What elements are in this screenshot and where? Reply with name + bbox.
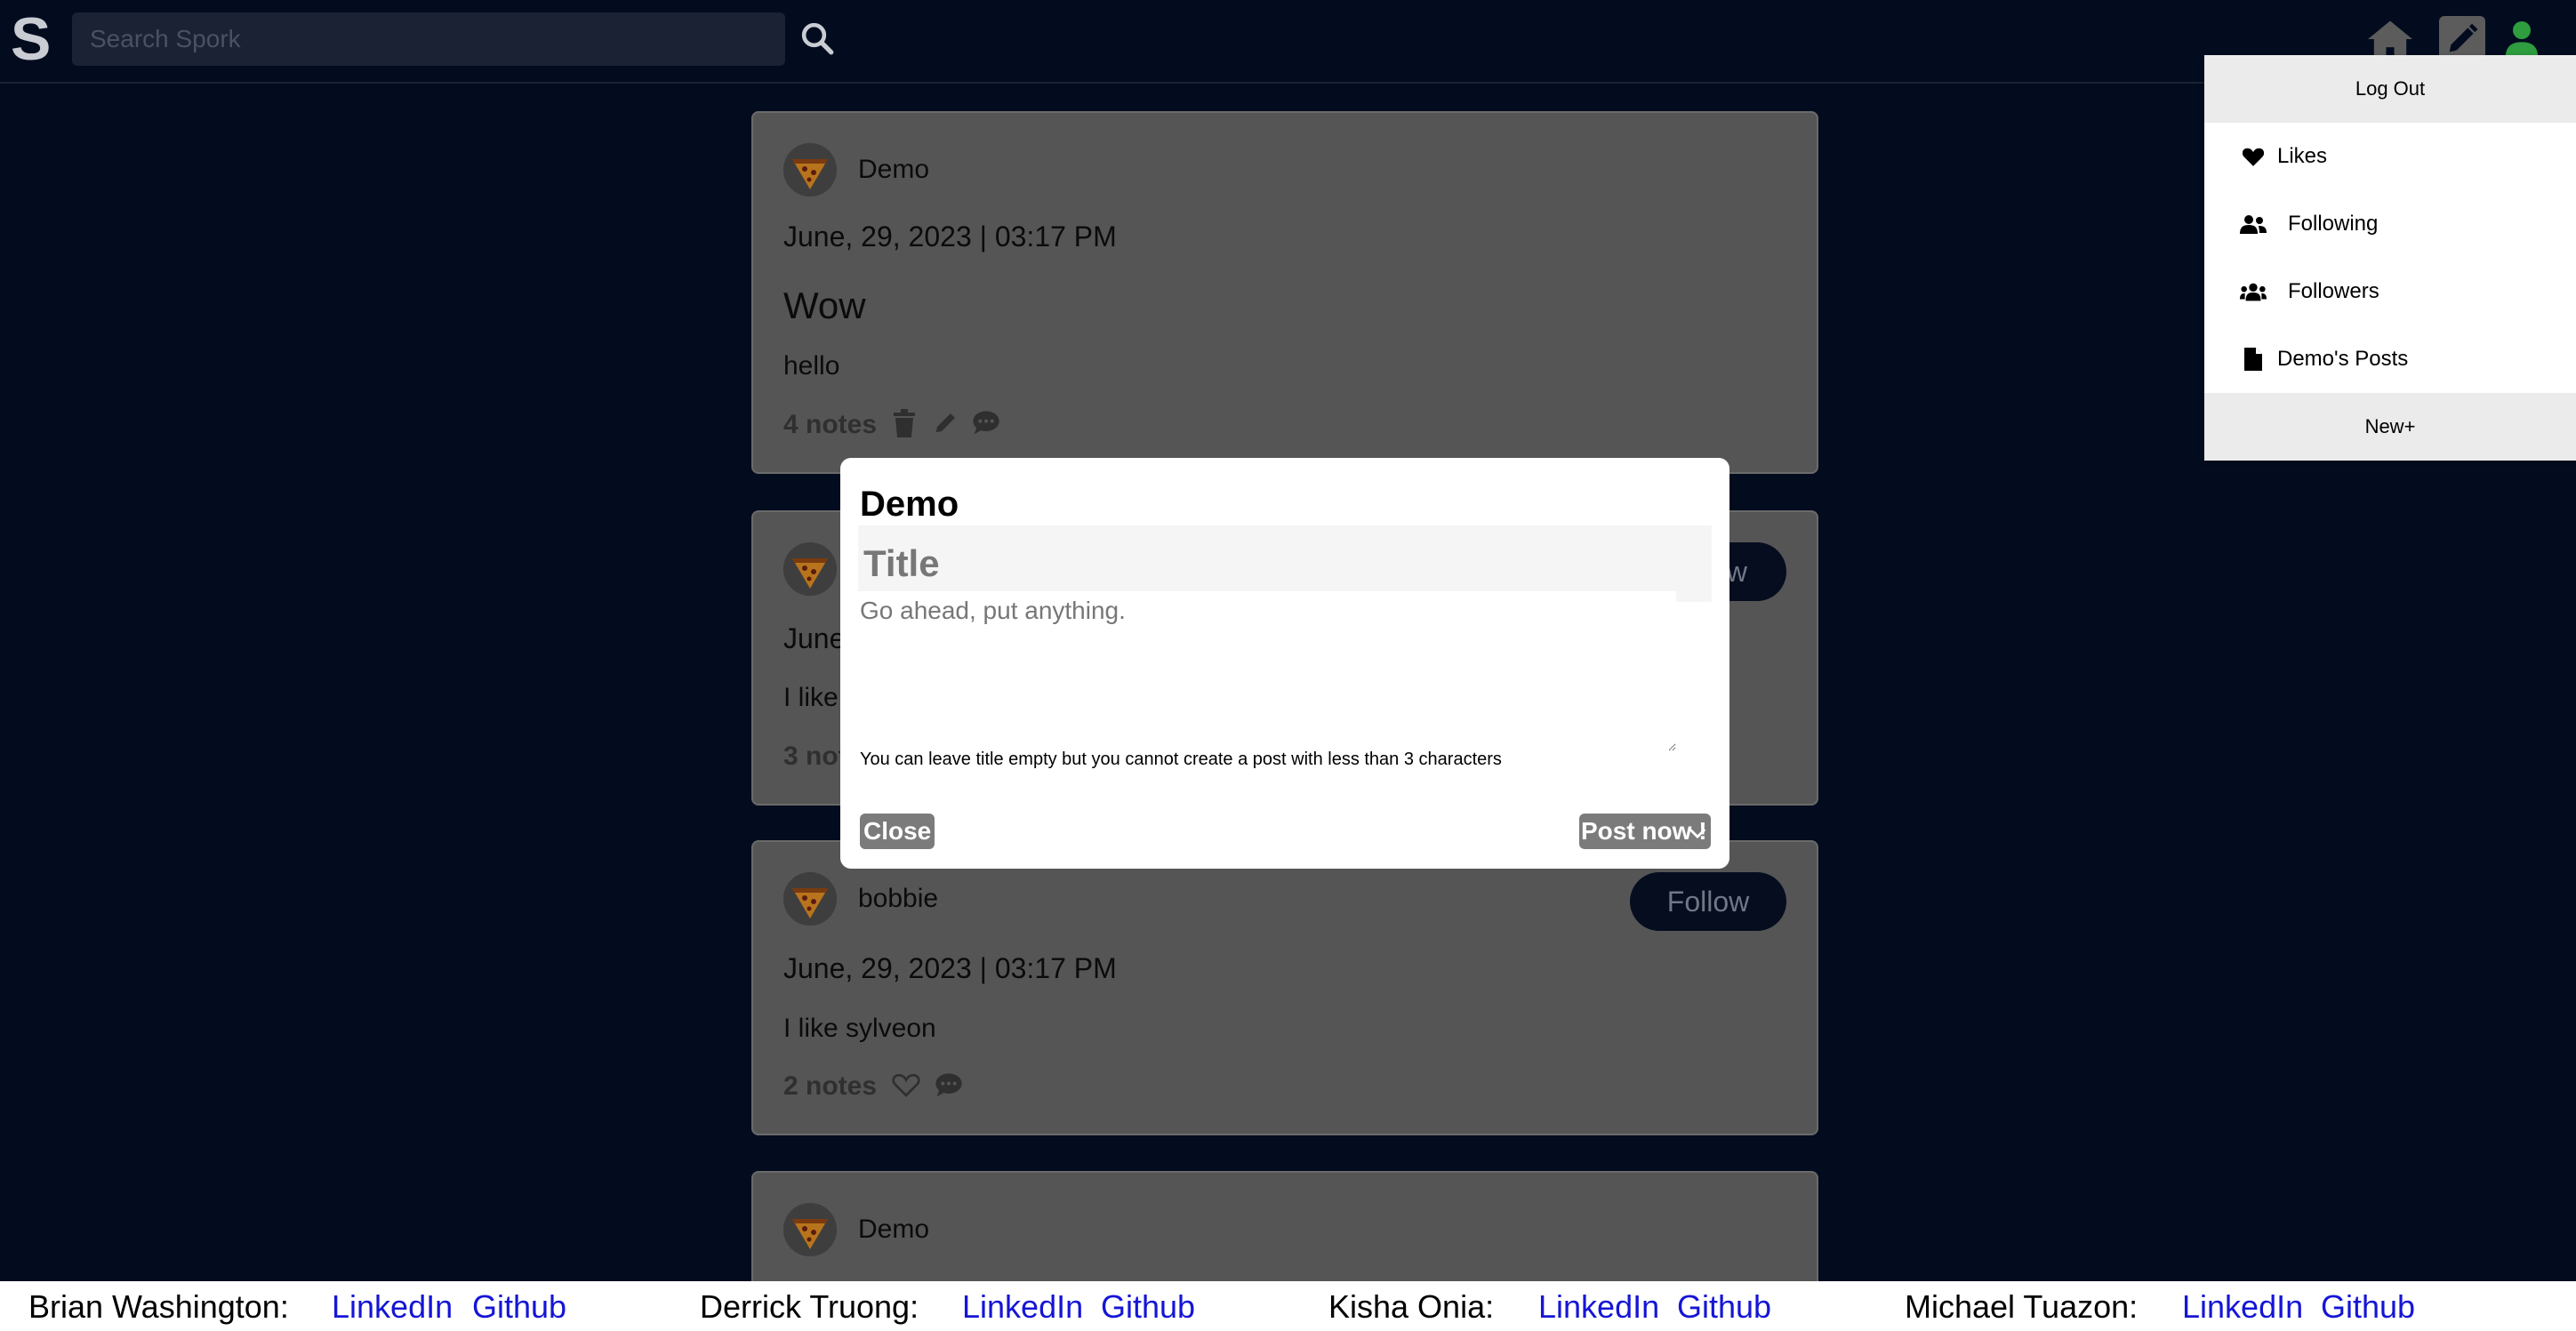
footer: Brian Washington: LinkedIn Github Derric…	[0, 1281, 2576, 1331]
new-post-label: New+	[2364, 415, 2416, 437]
avatar[interactable]	[783, 542, 837, 596]
avatar[interactable]	[783, 143, 837, 196]
file-icon	[2240, 346, 2267, 373]
follow-button-label: w	[1726, 555, 1747, 588]
menu-item-label: Followers	[2288, 279, 2379, 303]
user-group-icon	[2240, 211, 2267, 237]
edit-pencil-icon[interactable]	[933, 409, 961, 437]
follow-button[interactable]: Follow	[1630, 872, 1786, 931]
close-button-label: Close	[863, 817, 932, 845]
search-input[interactable]	[72, 12, 785, 66]
post-now-button[interactable]: Post now !	[1579, 814, 1711, 849]
footer-name: Michael Tuazon:	[1905, 1288, 2139, 1325]
spork-logo[interactable]: S	[11, 5, 51, 73]
footer-name: Kisha Onia:	[1328, 1288, 1495, 1325]
post-body: I like	[783, 683, 839, 712]
trash-icon[interactable]	[892, 409, 920, 437]
post-card: Demo June, 29, 2023 | 03:17 PM Wow hello…	[751, 111, 1818, 474]
menu-item-following[interactable]: Following	[2204, 190, 2576, 258]
post-author[interactable]: bobbie	[858, 884, 938, 914]
menu-item-followers[interactable]: Followers	[2204, 258, 2576, 325]
create-post-modal: Demo You can leave title empty but you c…	[840, 458, 1729, 869]
github-link[interactable]: Github	[1101, 1288, 1195, 1326]
github-link[interactable]: Github	[472, 1288, 566, 1326]
post-notes-count[interactable]: 3 not	[783, 742, 847, 772]
users-icon	[2240, 278, 2267, 305]
top-nav-bar: S	[0, 0, 2576, 84]
user-dropdown-menu: Log Out Likes Following Followers Demo's…	[2204, 55, 2576, 461]
modal-username: Demo	[860, 485, 959, 524]
post-length-hint: You can leave title empty but you cannot…	[860, 750, 1502, 769]
menu-item-label: Likes	[2277, 144, 2328, 168]
comment-icon[interactable]	[972, 409, 1000, 437]
post-author[interactable]: Demo	[858, 1215, 929, 1245]
linkedin-link[interactable]: LinkedIn	[332, 1288, 453, 1326]
github-link[interactable]: Github	[1677, 1288, 1771, 1326]
linkedin-link[interactable]: LinkedIn	[962, 1288, 1083, 1326]
linkedin-link[interactable]: LinkedIn	[1538, 1288, 1659, 1326]
post-card: bobbie June, 29, 2023 | 03:17 PM I like …	[751, 840, 1818, 1135]
comment-icon[interactable]	[935, 1071, 963, 1100]
follow-button-label: Follow	[1666, 885, 1750, 918]
post-author[interactable]: Demo	[858, 155, 929, 185]
menu-item-my-posts[interactable]: Demo's Posts	[2204, 325, 2576, 393]
post-date: June	[783, 622, 846, 654]
post-body-textarea[interactable]	[858, 591, 1676, 751]
heart-icon	[2240, 143, 2267, 170]
post-date: June, 29, 2023 | 03:17 PM	[783, 220, 1117, 253]
post-body: I like sylveon	[783, 1014, 936, 1043]
post-body: hello	[783, 351, 840, 381]
close-button[interactable]: Close	[860, 814, 935, 849]
menu-item-label: Demo's Posts	[2277, 347, 2409, 371]
logout-button[interactable]: Log Out	[2204, 55, 2576, 123]
logout-label: Log Out	[2355, 77, 2426, 100]
post-notes-count[interactable]: 4 notes	[783, 410, 877, 440]
post-date: June, 29, 2023 | 03:17 PM	[783, 952, 1117, 984]
post-title: Wow	[783, 285, 866, 326]
menu-item-likes[interactable]: Likes	[2204, 123, 2576, 190]
footer-name: Brian Washington:	[28, 1288, 289, 1325]
github-link[interactable]: Github	[2321, 1288, 2415, 1326]
new-post-button[interactable]: New+	[2204, 393, 2576, 461]
search-icon[interactable]	[798, 20, 836, 57]
menu-item-label: Following	[2288, 212, 2379, 236]
linkedin-link[interactable]: LinkedIn	[2182, 1288, 2303, 1326]
footer-name: Derrick Truong:	[700, 1288, 919, 1325]
avatar[interactable]	[783, 872, 837, 926]
avatar[interactable]	[783, 1203, 837, 1256]
post-notes-count[interactable]: 2 notes	[783, 1071, 877, 1102]
chevron-down-icon	[1688, 821, 1707, 849]
heart-outline-icon[interactable]	[892, 1071, 920, 1100]
